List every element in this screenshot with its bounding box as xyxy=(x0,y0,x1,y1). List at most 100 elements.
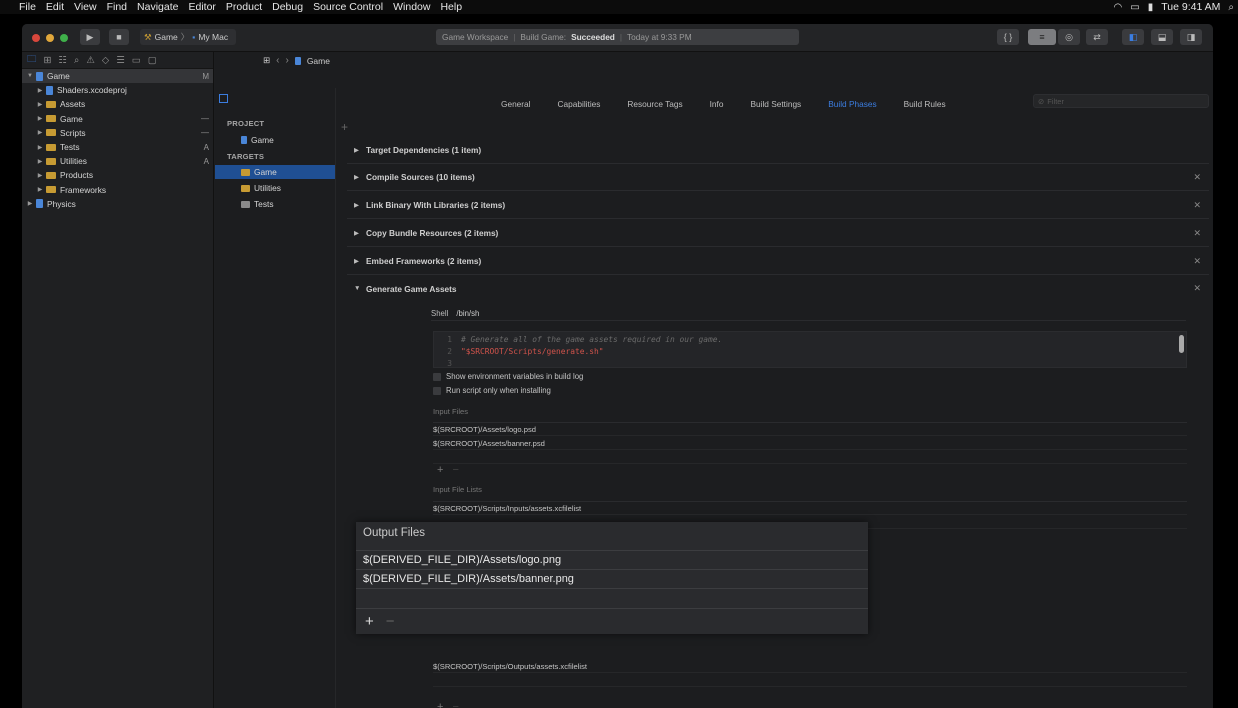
project-item-game[interactable]: Game xyxy=(215,133,335,147)
remove-output-file-button[interactable]: − xyxy=(386,613,395,630)
menu-navigate[interactable]: Navigate xyxy=(132,0,183,14)
symbol-icon[interactable]: ☷ xyxy=(58,55,67,66)
phase-compile-sources[interactable]: ▶ Compile Sources (10 items) ✕ xyxy=(347,164,1209,191)
navigator-item[interactable]: ▶ Utilities A xyxy=(22,154,213,168)
shell-field[interactable]: /bin/sh xyxy=(456,309,479,318)
tab-capabilities[interactable]: Capabilities xyxy=(558,99,601,109)
disclosure-right-icon[interactable]: ▶ xyxy=(36,158,44,165)
checkbox-box[interactable] xyxy=(433,386,441,395)
tab-info[interactable]: Info xyxy=(710,99,724,109)
disclosure-right-icon[interactable]: ▶ xyxy=(36,101,44,108)
airplay-icon[interactable]: ▭ xyxy=(1130,2,1139,13)
folder-icon[interactable]: 🗀 xyxy=(27,52,37,68)
standard-editor-button[interactable]: ≡ xyxy=(1028,29,1056,45)
tab-build-settings[interactable]: Build Settings xyxy=(750,99,801,109)
test-icon[interactable]: ◇ xyxy=(102,55,109,66)
tab-resource-tags[interactable]: Resource Tags xyxy=(627,99,682,109)
output-file-list-row-empty[interactable] xyxy=(433,674,1187,687)
warning-icon[interactable]: ⚠ xyxy=(86,55,95,66)
disclosure-right-icon[interactable]: ▶ xyxy=(354,173,362,181)
disclosure-right-icon[interactable]: ▶ xyxy=(354,257,362,265)
navigator-item[interactable]: ▶ Products xyxy=(22,168,213,182)
menu-window[interactable]: Window xyxy=(388,0,435,14)
navigator-item[interactable]: ▶ Game — xyxy=(22,112,213,126)
tab-build-phases[interactable]: Build Phases xyxy=(828,99,876,109)
spotlight-icon[interactable]: ⌕ xyxy=(1228,2,1234,13)
menu-product[interactable]: Product xyxy=(221,0,267,14)
disclosure-right-icon[interactable]: ▶ xyxy=(36,115,44,122)
report-icon[interactable]: ▢ xyxy=(148,55,157,66)
jump-bar-project[interactable]: Game xyxy=(307,56,330,66)
disclosure-right-icon[interactable]: ▶ xyxy=(36,87,44,94)
menu-find[interactable]: Find xyxy=(102,0,132,14)
add-output-file-list-button[interactable]: + xyxy=(437,701,443,708)
phase-link-binary[interactable]: ▶ Link Binary With Libraries (2 items) ✕ xyxy=(347,192,1209,219)
run-only-when-installing-checkbox[interactable]: Run script only when installing xyxy=(433,386,551,395)
version-editor-button[interactable]: ⇄ xyxy=(1086,29,1108,45)
remove-output-file-list-button[interactable]: − xyxy=(452,701,458,708)
output-file-row[interactable]: $(DERIVED_FILE_DIR)/Assets/banner.png xyxy=(356,569,868,588)
target-utilities[interactable]: Utilities xyxy=(215,181,335,195)
source-control-icon[interactable]: ⊞ xyxy=(44,55,52,66)
navigator-item[interactable]: ▶ Physics xyxy=(22,197,213,211)
menu-edit[interactable]: Edit xyxy=(41,0,69,14)
menu-help[interactable]: Help xyxy=(435,0,467,14)
search-icon[interactable]: ⌕ xyxy=(74,55,79,66)
forward-icon[interactable]: › xyxy=(285,55,288,66)
output-file-row-empty[interactable] xyxy=(356,588,868,607)
close-window-button[interactable] xyxy=(32,34,40,42)
debug-icon[interactable]: ☰ xyxy=(116,55,125,66)
disclosure-right-icon[interactable]: ▶ xyxy=(354,146,362,154)
menu-file[interactable]: File xyxy=(14,0,41,14)
menu-editor[interactable]: Editor xyxy=(183,0,220,14)
menu-debug[interactable]: Debug xyxy=(267,0,308,14)
navigator-item[interactable]: ▶ Frameworks xyxy=(22,183,213,197)
minimize-window-button[interactable] xyxy=(46,34,54,42)
navigator-item[interactable]: ▶ Tests A xyxy=(22,140,213,154)
disclosure-right-icon[interactable]: ▶ xyxy=(36,129,44,136)
scheme-selector[interactable]: ⚒ Game 〉 ▪ My Mac xyxy=(140,29,236,45)
script-scrollbar[interactable] xyxy=(1179,335,1184,353)
back-icon[interactable]: ‹ xyxy=(276,55,279,66)
disclosure-down-icon[interactable]: ▼ xyxy=(354,285,362,292)
navigator-item[interactable]: ▶ Shaders.xcodeproj xyxy=(22,83,213,97)
breakpoint-icon[interactable]: ▭ xyxy=(132,55,141,66)
target-tests[interactable]: Tests xyxy=(215,197,335,211)
tab-build-rules[interactable]: Build Rules xyxy=(904,99,946,109)
input-file-row[interactable]: $(SRCROOT)/Assets/banner.psd xyxy=(433,437,1187,450)
menu-view[interactable]: View xyxy=(69,0,102,14)
output-file-row[interactable]: $(DERIVED_FILE_DIR)/Assets/logo.png xyxy=(356,550,868,569)
show-env-vars-checkbox[interactable]: Show environment variables in build log xyxy=(433,372,583,381)
close-icon[interactable]: ✕ xyxy=(1193,256,1201,267)
related-items-icon[interactable]: ⊞ xyxy=(263,55,270,66)
close-icon[interactable]: ✕ xyxy=(1193,200,1201,211)
disclosure-down-icon[interactable]: ▼ xyxy=(26,73,34,79)
script-editor[interactable]: 1 2 3 # Generate all of the game assets … xyxy=(433,331,1187,368)
remove-input-file-button[interactable]: − xyxy=(452,464,458,476)
disclosure-right-icon[interactable]: ▶ xyxy=(36,144,44,151)
battery-icon[interactable]: ▮ xyxy=(1148,2,1154,13)
input-file-list-row[interactable]: $(SRCROOT)/Scripts/Inputs/assets.xcfilel… xyxy=(433,502,1187,515)
navigator-item[interactable]: ▼ Game M xyxy=(22,69,213,84)
input-file-row[interactable]: $(SRCROOT)/Assets/logo.psd xyxy=(433,423,1187,436)
toggle-inspector-button[interactable]: ◨ xyxy=(1180,29,1202,45)
navigator-item[interactable]: ▶ Scripts — xyxy=(22,126,213,140)
run-button[interactable]: ▶ xyxy=(80,29,100,45)
phase-copy-bundle-resources[interactable]: ▶ Copy Bundle Resources (2 items) ✕ xyxy=(347,220,1209,247)
close-icon[interactable]: ✕ xyxy=(1193,172,1201,183)
hide-targets-toggle[interactable] xyxy=(219,94,228,103)
toggle-navigator-button[interactable]: ◧ xyxy=(1122,29,1144,45)
library-button[interactable]: { } xyxy=(997,29,1019,45)
zoom-window-button[interactable] xyxy=(60,34,68,42)
navigator-item[interactable]: ▶ Assets xyxy=(22,97,213,111)
checkbox-box[interactable] xyxy=(433,372,441,381)
assistant-editor-button[interactable]: ◎ xyxy=(1058,29,1080,45)
phase-target-dependencies[interactable]: ▶ Target Dependencies (1 item) xyxy=(347,137,1209,164)
disclosure-right-icon[interactable]: ▶ xyxy=(26,200,34,207)
tab-general[interactable]: General xyxy=(501,99,531,109)
add-output-file-button[interactable]: + xyxy=(365,613,374,630)
disclosure-right-icon[interactable]: ▶ xyxy=(354,229,362,237)
phase-generate-game-assets[interactable]: ▼ Generate Game Assets ✕ xyxy=(347,275,1209,302)
phase-embed-frameworks[interactable]: ▶ Embed Frameworks (2 items) ✕ xyxy=(347,248,1209,275)
add-build-phase-button[interactable]: + xyxy=(341,120,348,134)
